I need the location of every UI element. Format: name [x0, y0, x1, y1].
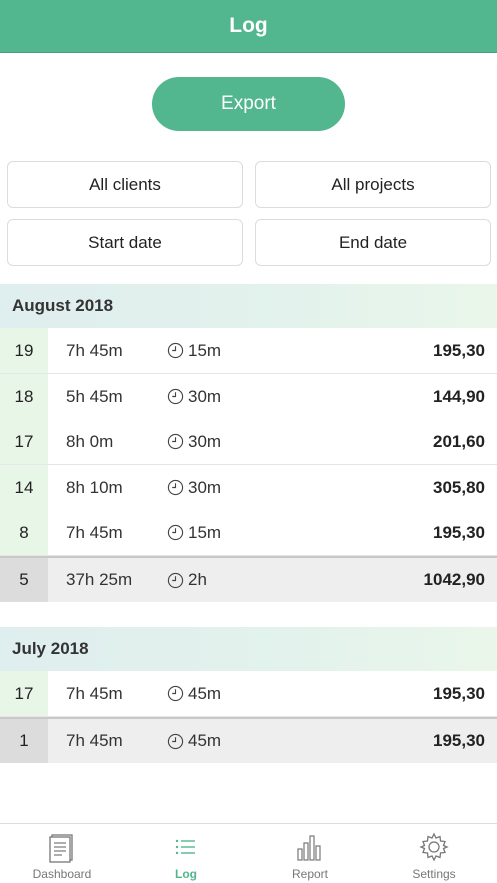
tab-label: Settings [412, 867, 456, 881]
entry-day: 8 [0, 510, 48, 555]
list-icon [175, 839, 195, 855]
entry-break-value: 30m [188, 431, 222, 451]
log-entry-row[interactable]: 17 7h 45m 45m 195,30 [0, 671, 497, 717]
total-break: 45m [167, 719, 221, 763]
tab-log[interactable]: Log [124, 824, 248, 883]
clock-icon [167, 388, 184, 405]
clock-icon [167, 572, 184, 588]
tab-label: Log [175, 867, 197, 881]
tab-label: Dashboard [32, 867, 92, 881]
clock-icon [167, 433, 184, 450]
month-header-august-2018: August 2018 [0, 284, 497, 328]
total-count: 5 [0, 558, 48, 602]
entry-break-value: 30m [188, 386, 222, 406]
end-date-picker[interactable]: End date [255, 219, 491, 266]
entry-duration: 7h 45m [66, 522, 123, 542]
tab-label: Report [291, 867, 329, 881]
month-header-july-2018: July 2018 [0, 627, 497, 671]
clock-icon [167, 685, 184, 702]
log-entry-row[interactable]: 18 5h 45m 30m 144,90 [0, 374, 497, 420]
log-entry-row[interactable]: 17 8h 0m 30m 201,60 [0, 419, 497, 465]
total-break-value: 45m [188, 731, 222, 750]
total-break: 2h [167, 558, 207, 602]
tab-dashboard[interactable]: Dashboard [0, 824, 124, 883]
entry-amount: 195,30 [433, 683, 485, 703]
clients-filter[interactable]: All clients [7, 161, 243, 208]
export-button[interactable]: Export [152, 77, 345, 131]
entry-duration: 7h 45m [66, 683, 123, 703]
entry-break-value: 30m [188, 477, 222, 497]
bottom-tab-bar: Dashboard Log Report Settings [0, 823, 497, 883]
clock-icon [167, 524, 184, 541]
entry-day: 17 [0, 671, 48, 716]
entry-duration: 7h 45m [66, 340, 123, 360]
entry-break: 30m [167, 465, 221, 510]
entry-day: 14 [0, 465, 48, 510]
entry-duration: 8h 0m [66, 431, 114, 451]
app-bar: Log [0, 0, 497, 53]
clock-icon [167, 342, 184, 359]
log-entry-row[interactable]: 8 7h 45m 15m 195,30 [0, 510, 497, 556]
page-title: Log [229, 14, 268, 37]
entry-break: 30m [167, 374, 221, 419]
total-break-value: 2h [188, 570, 207, 589]
total-duration: 7h 45m [66, 731, 123, 750]
entry-amount: 195,30 [433, 522, 485, 542]
entry-duration: 8h 10m [66, 477, 123, 497]
entry-day: 18 [0, 374, 48, 419]
tab-report[interactable]: Report [248, 824, 372, 883]
entry-amount: 305,80 [433, 477, 485, 497]
entry-duration: 5h 45m [66, 386, 123, 406]
total-amount: 1042,90 [423, 570, 485, 589]
month-total-row: 5 37h 25m 2h 1042,90 [0, 556, 497, 602]
entry-day: 17 [0, 419, 48, 464]
month-total-row: 1 7h 45m 45m 195,30 [0, 717, 497, 763]
clock-icon [167, 479, 184, 496]
log-entry-row[interactable]: 19 7h 45m 15m 195,30 [0, 328, 497, 374]
entry-day: 19 [0, 328, 48, 373]
start-date-picker[interactable]: Start date [7, 219, 243, 266]
entry-break: 15m [167, 328, 221, 373]
entry-break-value: 15m [188, 522, 222, 542]
total-count: 1 [0, 719, 48, 763]
entry-break: 45m [167, 671, 221, 716]
log-entry-row[interactable]: 14 8h 10m 30m 305,80 [0, 465, 497, 511]
entry-break: 15m [167, 510, 221, 555]
bar-chart-icon [297, 835, 321, 861]
entry-amount: 201,60 [433, 431, 485, 451]
entry-amount: 144,90 [433, 386, 485, 406]
entry-break: 30m [167, 419, 221, 464]
tab-settings[interactable]: Settings [372, 824, 496, 883]
entry-break-value: 15m [188, 340, 222, 360]
total-duration: 37h 25m [66, 570, 133, 589]
document-icon [49, 834, 73, 863]
total-amount: 195,30 [433, 731, 485, 750]
entry-break-value: 45m [188, 683, 222, 703]
clock-icon [167, 733, 184, 749]
entry-amount: 195,30 [433, 340, 485, 360]
gear-icon [419, 832, 449, 862]
projects-filter[interactable]: All projects [255, 161, 491, 208]
